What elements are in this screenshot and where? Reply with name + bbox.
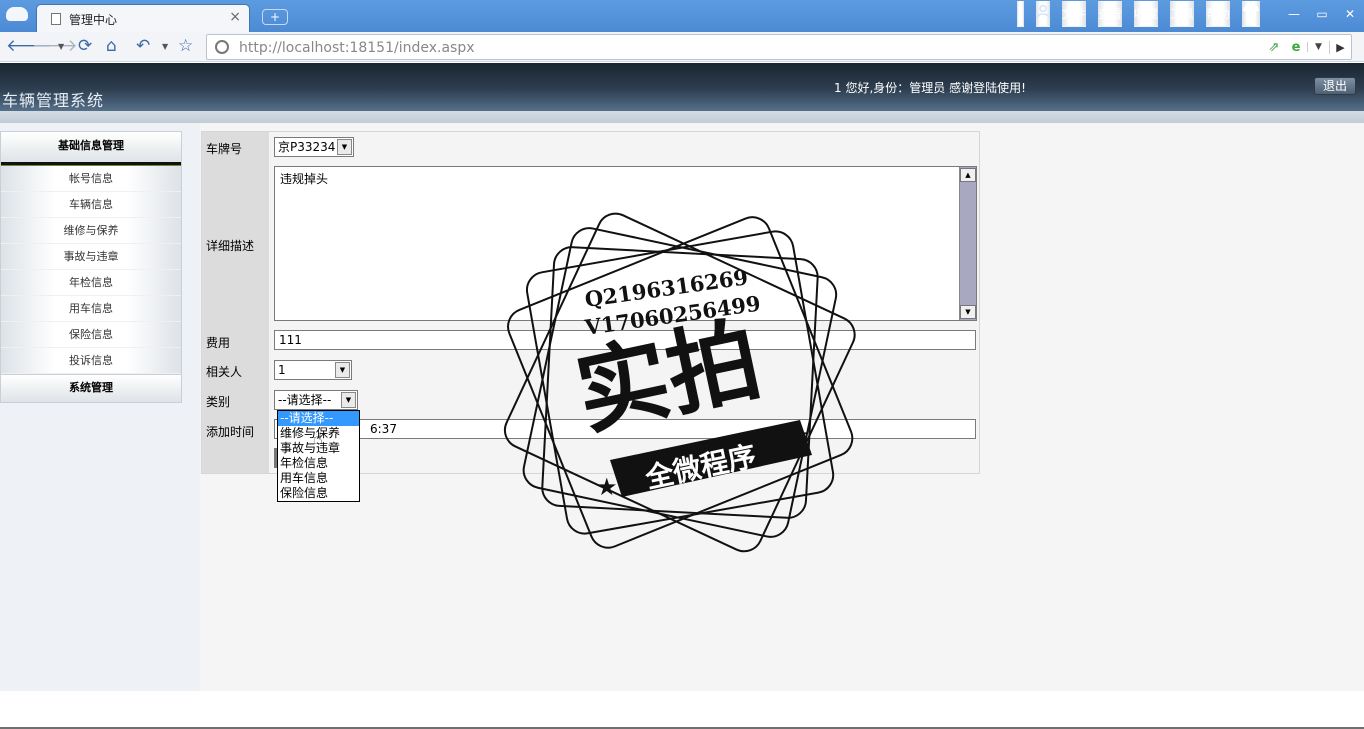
browser-titlebar: 管理中心 × + » 文件 查看 收藏 工具 帮助 — ▭ ✕ bbox=[0, 0, 1364, 32]
type-select[interactable]: --请选择-- ▼ bbox=[274, 390, 358, 410]
type-option[interactable]: 保险信息 bbox=[278, 486, 359, 501]
home-icon[interactable]: ⌂ bbox=[106, 36, 117, 56]
sidebar-item-inspection[interactable]: 年检信息 bbox=[1, 270, 181, 296]
sidebar-section-basic[interactable]: 基础信息管理 bbox=[1, 132, 181, 162]
type-option[interactable]: 年检信息 bbox=[278, 456, 359, 471]
chevron-down-icon: ▼ bbox=[337, 139, 352, 155]
user-icon[interactable] bbox=[1035, 1, 1050, 27]
person-select[interactable]: 1 ▼ bbox=[274, 360, 352, 380]
time-label: 添加时间 bbox=[206, 425, 255, 439]
sidebar-item-insurance[interactable]: 保险信息 bbox=[1, 322, 181, 348]
plate-value: 京P33234 bbox=[278, 140, 336, 154]
menu-favorites[interactable]: 收藏 bbox=[1133, 1, 1158, 27]
app-header: 车辆管理系统 1 您好,身份：管理员 感谢登陆使用! 退出 bbox=[0, 63, 1364, 111]
browser-tab[interactable]: 管理中心 × bbox=[36, 4, 250, 32]
minimize-button[interactable]: — bbox=[1280, 7, 1308, 21]
menu-file[interactable]: 文件 bbox=[1061, 1, 1086, 27]
description-textarea[interactable]: 违规掉头 ▲ ▼ bbox=[274, 166, 977, 321]
share-icon[interactable]: ⇗ bbox=[1263, 40, 1285, 55]
sidebar-section-system[interactable]: 系统管理 bbox=[1, 374, 181, 402]
address-dropdown-icon[interactable]: ▼ bbox=[1307, 42, 1329, 52]
person-label: 相关人 bbox=[206, 365, 243, 379]
favorite-star-icon[interactable]: ☆ bbox=[178, 36, 193, 56]
logout-button[interactable]: 退出 bbox=[1314, 77, 1356, 95]
sidebar-menu: 基础信息管理 帐号信息 车辆信息 维修与保养 事故与违章 年检信息 用车信息 保… bbox=[0, 131, 182, 403]
go-icon[interactable]: ▶ bbox=[1329, 40, 1351, 54]
sidebar-item-vehicles[interactable]: 车辆信息 bbox=[1, 192, 181, 218]
description-value: 违规掉头 bbox=[280, 172, 329, 186]
main-content: 车牌号 京P33234 ▼ 详细描述 违规掉头 ▲ ▼ 费用 111 相关人 1… bbox=[200, 123, 1364, 691]
cost-label: 费用 bbox=[206, 336, 231, 350]
browser-navbar: 🡐 🡒 ▼ ⟳ ⌂ ↶ ▼ ☆ http://localhost:18151/i… bbox=[0, 32, 1364, 62]
sidebar-item-maintenance[interactable]: 维修与保养 bbox=[1, 218, 181, 244]
type-value: --请选择-- bbox=[278, 393, 332, 407]
browser-logo-icon[interactable] bbox=[6, 7, 28, 21]
sidebar-item-usage[interactable]: 用车信息 bbox=[1, 296, 181, 322]
menu-help[interactable]: 帮助 bbox=[1205, 1, 1230, 27]
plate-select[interactable]: 京P33234 ▼ bbox=[274, 137, 354, 157]
page-icon bbox=[51, 13, 61, 25]
description-label: 详细描述 bbox=[206, 239, 255, 253]
address-bar-actions: ⇗ e ▼ ▶ bbox=[1263, 35, 1351, 59]
sidebar-item-accounts[interactable]: 帐号信息 bbox=[1, 166, 181, 192]
type-option-selected[interactable]: --请选择-- bbox=[278, 411, 359, 426]
violation-form: 车牌号 京P33234 ▼ 详细描述 违规掉头 ▲ ▼ 费用 111 相关人 1… bbox=[201, 131, 980, 502]
new-tab-button[interactable]: + bbox=[262, 9, 288, 25]
tab-title: 管理中心 bbox=[69, 13, 118, 27]
welcome-text: 1 您好,身份：管理员 感谢登陆使用! bbox=[834, 81, 1026, 95]
plate-label: 车牌号 bbox=[206, 142, 243, 156]
address-bar[interactable]: http://localhost:18151/index.aspx ⇗ e ▼ … bbox=[206, 34, 1352, 60]
time-input[interactable]: 6:37 bbox=[274, 419, 976, 439]
skin-icon[interactable] bbox=[1242, 1, 1260, 27]
chevron-down-icon: ▼ bbox=[341, 392, 356, 408]
sidebar-item-complaints[interactable]: 投诉信息 bbox=[1, 348, 181, 374]
sidebar: 基础信息管理 帐号信息 车辆信息 维修与保养 事故与违章 年检信息 用车信息 保… bbox=[0, 123, 200, 691]
menu-tools[interactable]: 工具 bbox=[1169, 1, 1194, 27]
app-title: 车辆管理系统 bbox=[2, 91, 105, 110]
cost-input[interactable]: 111 bbox=[274, 330, 976, 350]
header-divider bbox=[0, 111, 1364, 123]
type-option[interactable]: 用车信息 bbox=[278, 471, 359, 486]
mouse-cursor-icon: ☝ bbox=[313, 429, 323, 448]
close-window-button[interactable]: ✕ bbox=[1336, 7, 1364, 21]
history-dropdown-icon[interactable]: ▼ bbox=[58, 42, 64, 51]
person-value: 1 bbox=[278, 363, 286, 377]
maximize-button[interactable]: ▭ bbox=[1308, 7, 1336, 21]
type-dropdown-list: --请选择-- 维修与保养 事故与违章 年检信息 用车信息 保险信息 bbox=[277, 410, 360, 502]
undo-dropdown-icon[interactable]: ▼ bbox=[162, 42, 168, 51]
description-scrollbar[interactable]: ▲ ▼ bbox=[959, 167, 976, 320]
chevron-down-icon: ▼ bbox=[335, 362, 350, 378]
undo-icon[interactable]: ↶ bbox=[136, 36, 150, 56]
more-icon[interactable]: » bbox=[1016, 1, 1024, 27]
form-label-column bbox=[202, 132, 269, 473]
menu-view[interactable]: 查看 bbox=[1097, 1, 1122, 27]
status-area bbox=[0, 691, 1364, 729]
refresh-icon[interactable]: ⟳ bbox=[78, 36, 92, 56]
scroll-down-icon[interactable]: ▼ bbox=[960, 305, 976, 319]
security-shield-icon bbox=[215, 40, 229, 54]
url-text[interactable]: http://localhost:18151/index.aspx bbox=[239, 40, 475, 56]
browser-menu: » 文件 查看 收藏 工具 帮助 — ▭ ✕ bbox=[1005, 0, 1364, 28]
forward-icon[interactable]: 🡒 bbox=[32, 36, 78, 56]
tab-close-icon[interactable]: × bbox=[229, 9, 241, 25]
scroll-up-icon[interactable]: ▲ bbox=[960, 168, 976, 182]
sidebar-item-accidents[interactable]: 事故与违章 bbox=[1, 244, 181, 270]
ie-mode-icon[interactable]: e bbox=[1285, 40, 1307, 55]
type-label: 类别 bbox=[206, 395, 231, 409]
